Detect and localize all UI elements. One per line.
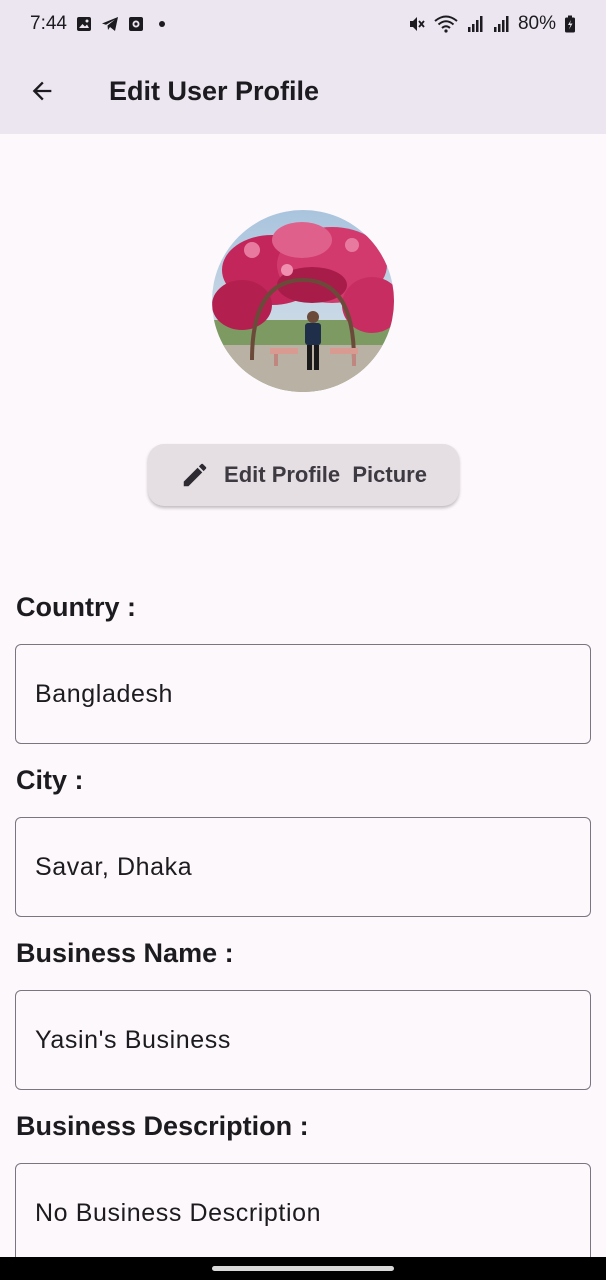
status-right: 80% — [408, 13, 576, 35]
page-title: Edit User Profile — [109, 75, 320, 106]
business-description-label: Business Description : — [16, 1111, 309, 1141]
pencil-icon — [183, 463, 207, 487]
arrow-back-icon — [32, 81, 52, 101]
system-nav-bar — [0, 1257, 606, 1280]
mute-icon — [408, 15, 426, 33]
business-description-field[interactable]: No Business Description — [15, 1163, 591, 1263]
media-icon — [127, 15, 145, 33]
city-label: City : — [16, 765, 84, 795]
battery-percent: 80% — [517, 13, 556, 34]
city-field[interactable]: Savar, Dhaka — [15, 817, 591, 917]
dot-icon — [153, 15, 171, 33]
avatar — [212, 210, 394, 392]
status-bar: 7:44 80% — [0, 0, 606, 48]
edit-profile-picture-label: Edit Profile Picture — [224, 462, 427, 487]
country-label: Country : — [16, 592, 136, 622]
business-description-value: No Business Description — [35, 1198, 322, 1227]
app-bar: Edit User Profile — [0, 48, 606, 134]
home-handle[interactable] — [212, 1266, 394, 1271]
status-left: 7:44 — [30, 13, 171, 35]
business-name-label: Business Name : — [16, 938, 234, 968]
signal-icon — [492, 15, 510, 33]
status-time: 7:44 — [30, 13, 67, 34]
telegram-icon — [101, 15, 119, 33]
country-value: Bangladesh — [35, 679, 174, 708]
back-button[interactable] — [14, 63, 70, 119]
city-value: Savar, Dhaka — [35, 852, 193, 881]
country-field[interactable]: Bangladesh — [15, 644, 591, 744]
business-name-field[interactable]: Yasin's Business — [15, 990, 591, 1090]
signal-icon — [466, 15, 484, 33]
gallery-icon — [75, 15, 93, 33]
edit-profile-picture-button[interactable]: Edit Profile Picture — [148, 444, 459, 506]
business-name-value: Yasin's Business — [35, 1025, 231, 1054]
wifi-icon — [434, 15, 458, 33]
battery-icon — [564, 15, 576, 33]
